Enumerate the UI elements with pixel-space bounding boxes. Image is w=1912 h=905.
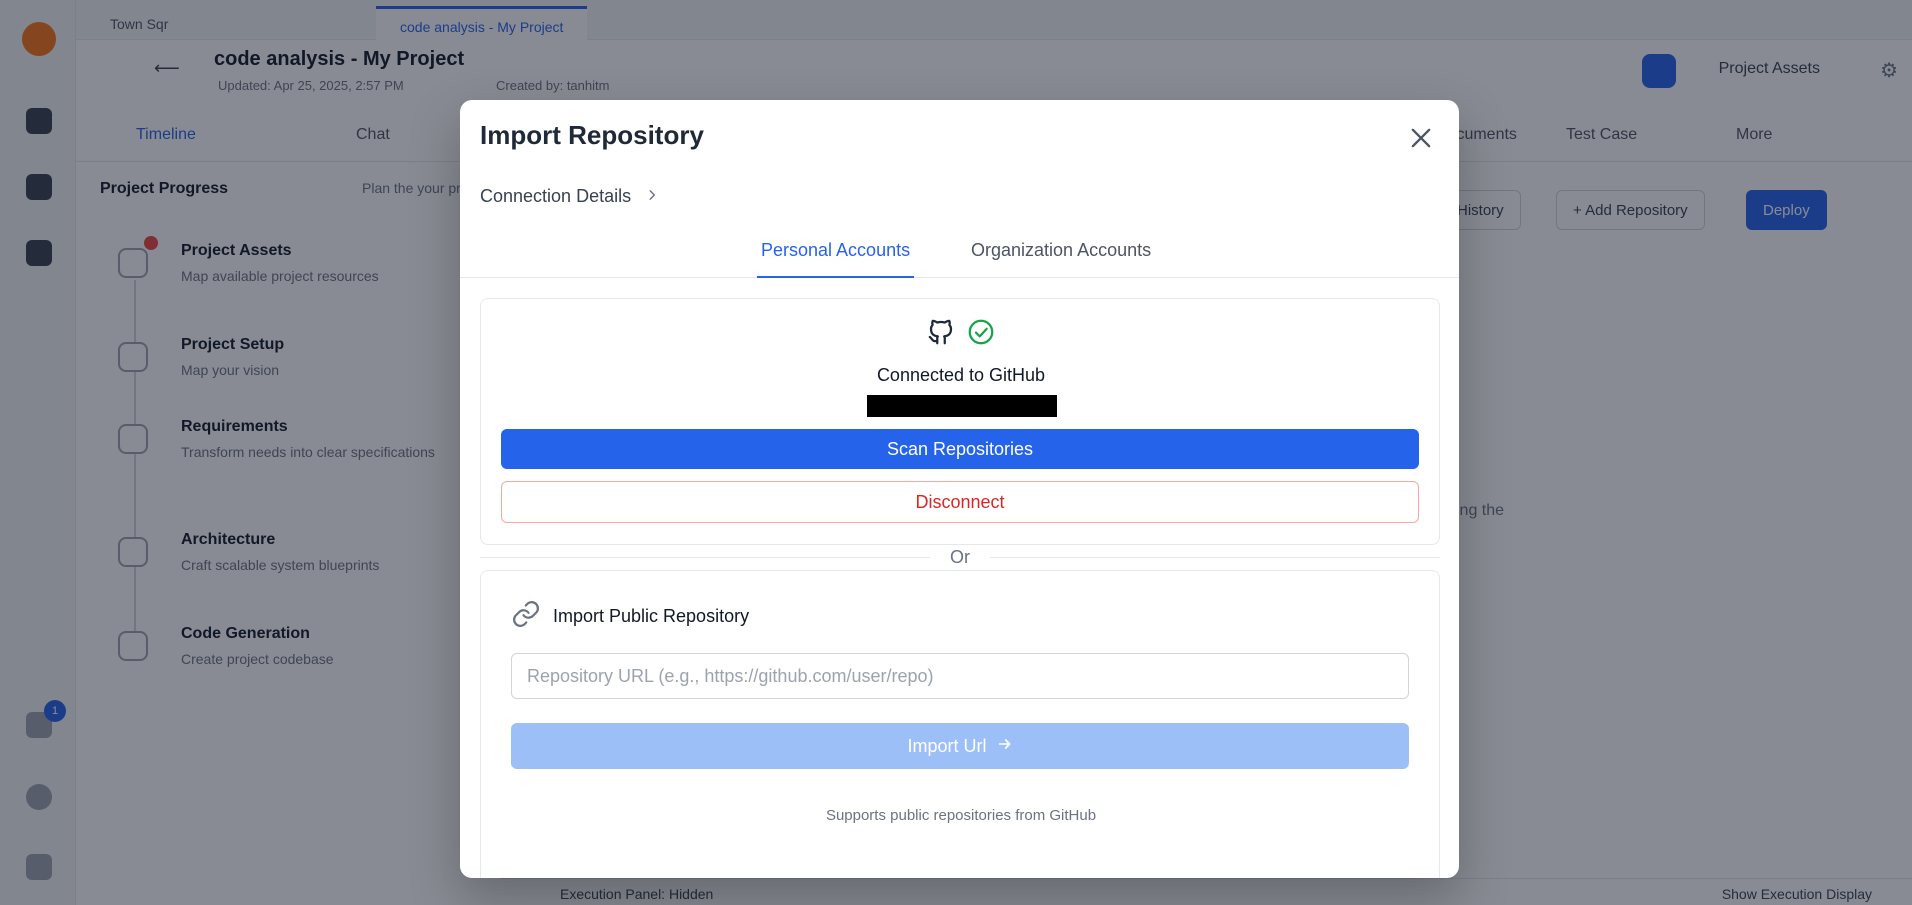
arrow-right-icon [997,736,1013,757]
import-url-label: Import Url [907,735,987,756]
public-repository-card: Import Public Repository Import Url Supp… [480,570,1440,878]
tab-personal-accounts[interactable]: Personal Accounts [757,228,915,278]
check-circle-icon [966,317,996,352]
repository-url-input[interactable] [511,653,1409,699]
breadcrumb[interactable]: Connection Details [480,186,659,207]
import-repository-modal: Import Repository Connection Details Per… [460,100,1459,878]
public-repo-title: Import Public Repository [553,606,750,626]
github-connection-card: Connected to GitHub Scan Repositories Di… [480,298,1440,545]
redacted-username [867,395,1057,417]
tab-organization-accounts[interactable]: Organization Accounts [967,228,1155,278]
breadcrumb-label: Connection Details [480,186,632,206]
connection-status: Connected to GitHub [876,365,1046,385]
close-icon[interactable] [1407,124,1435,152]
disconnect-button[interactable]: Disconnect [501,481,1419,523]
github-status-icons [481,317,1441,352]
chevron-right-icon [645,186,659,207]
public-repo-heading: Import Public Repository [511,599,749,634]
divider-label: Or [930,547,990,568]
modal-title: Import Repository [480,120,704,150]
github-icon [926,317,956,352]
scan-repositories-button[interactable]: Scan Repositories [501,429,1419,469]
link-icon [511,599,541,634]
account-tabs: Personal Accounts Organization Accounts [460,228,1459,278]
import-url-button[interactable]: Import Url [511,723,1409,769]
supports-note: Supports public repositories from GitHub [825,807,1097,824]
